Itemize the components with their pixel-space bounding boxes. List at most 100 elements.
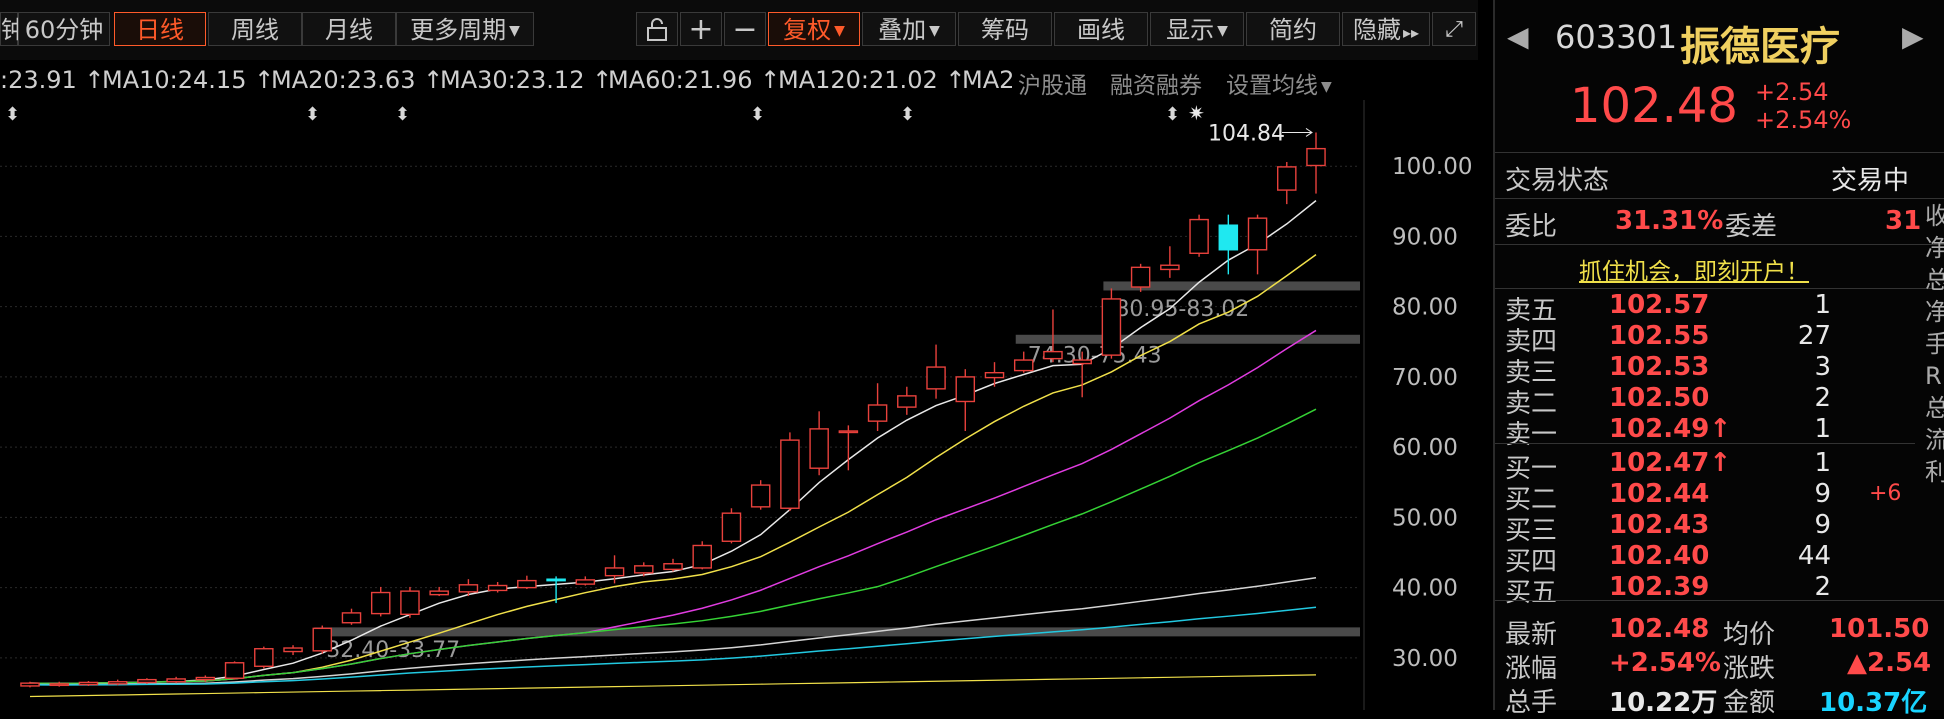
candle-body: [809, 428, 829, 469]
ma10-value: MA10:24.15 ↑: [102, 66, 275, 94]
edge-char: 总: [1925, 394, 1944, 422]
candle-body: [1218, 224, 1239, 251]
support-zone-band: [1015, 334, 1360, 344]
hide-panel-button[interactable]: 隐藏 ▸▸: [1342, 12, 1430, 46]
candle-body: [1247, 217, 1268, 251]
ma20-value: MA20:23.63 ↑: [271, 66, 444, 94]
period-60min-button[interactable]: 60分钟: [18, 12, 110, 46]
avg-value: 101.50: [1829, 614, 1930, 644]
chevron-down-icon: ▼: [509, 23, 520, 39]
asks-level-label: 卖一: [1505, 420, 1558, 450]
chips-button[interactable]: 筹码: [958, 12, 1052, 46]
fuquan-dropdown[interactable]: 复权 ▼: [768, 12, 860, 46]
double-chevron-right-icon: ▸▸: [1402, 23, 1420, 42]
edge-char: 流: [1925, 426, 1944, 454]
amount-value: 10.37亿: [1819, 688, 1928, 718]
asks-price: 102.53: [1609, 352, 1710, 382]
draw-line-button[interactable]: 画线: [1054, 12, 1148, 46]
overlay-label: 叠加: [878, 16, 927, 44]
edge-char: 手: [1925, 330, 1944, 358]
next-stock-icon[interactable]: ▶: [1902, 20, 1924, 53]
wc-value: 31: [1885, 206, 1922, 236]
bids-volume: 44: [1797, 541, 1831, 571]
amount-label: 金额: [1723, 688, 1776, 718]
display-dropdown[interactable]: 显示 ▼: [1150, 12, 1244, 46]
divider: [1495, 600, 1944, 601]
y-tick-label: 50.00: [1392, 505, 1458, 531]
candle-body: [604, 567, 625, 577]
edge-char: 净: [1925, 298, 1944, 326]
period-60min-partial[interactable]: 钟: [0, 12, 25, 46]
ma120-text: MA120:21.02: [778, 66, 938, 94]
price-change-pct: +2.54%: [1755, 106, 1852, 134]
candle-body: [137, 678, 157, 684]
current-price: 102.48: [1570, 78, 1738, 134]
candle-body: [955, 376, 976, 403]
margin-trading-link[interactable]: 融资融券: [1110, 66, 1202, 100]
asks-volume: 1: [1814, 414, 1831, 444]
bids-price: 102.43: [1609, 510, 1710, 540]
candle-body: [1013, 359, 1034, 372]
zoom-in-icon[interactable]: +: [680, 12, 722, 47]
chg-label: 涨跌: [1723, 654, 1776, 684]
candlestick-chart[interactable]: 80.95-83.0274.30-75.4332.40-33.77 100.00…: [0, 100, 1478, 710]
max-price-label: 104.84: [1208, 121, 1285, 146]
chevron-down-icon: ▼: [929, 23, 940, 39]
candle-body: [634, 565, 654, 574]
display-label: 显示: [1166, 16, 1215, 44]
period-weekly-button[interactable]: 周线: [208, 12, 302, 46]
quote-panel: ◀ 603301 振德医疗 ▶ 102.48 +2.54 +2.54% 交易状态…: [1493, 0, 1944, 718]
y-tick-label: 80.00: [1392, 295, 1458, 321]
y-tick-label: 90.00: [1392, 224, 1458, 250]
simple-mode-button[interactable]: 简约: [1246, 12, 1340, 46]
candle-body: [107, 681, 128, 685]
bids-level-label: 买五: [1505, 578, 1558, 608]
candle-body: [458, 584, 479, 593]
overlay-dropdown[interactable]: 叠加 ▼: [862, 12, 956, 46]
candle-body: [429, 590, 449, 596]
wb-label: 委比: [1505, 212, 1558, 242]
unlock-icon[interactable]: [636, 12, 678, 46]
hk-connect-link[interactable]: 沪股通: [1018, 66, 1087, 100]
prev-stock-icon[interactable]: ◀: [1507, 20, 1529, 53]
period-daily-button[interactable]: 日线: [114, 12, 206, 46]
ma250-text: MA2: [962, 66, 1015, 94]
wb-value: 31.31%: [1615, 206, 1724, 236]
ma30-text: MA30:23.12: [440, 66, 585, 94]
period-monthly-button[interactable]: 月线: [302, 12, 396, 46]
candle-body: [400, 590, 420, 616]
special-event-icon: ✷: [1188, 101, 1205, 125]
candle-body: [721, 512, 742, 542]
ma-settings-label: 设置均线: [1226, 73, 1318, 99]
candle-body: [78, 681, 99, 686]
price-change: +2.54: [1755, 78, 1829, 106]
asks-price: 102.50: [1609, 383, 1710, 413]
open-account-link[interactable]: 抓住机会，即刻开户！: [1579, 252, 1809, 286]
fullscreen-icon[interactable]: ⤢: [1432, 12, 1476, 46]
asks-price: 102.55: [1609, 321, 1710, 351]
candle-body: [20, 682, 40, 687]
ma60-text: MA60:21.96: [608, 66, 753, 94]
ma60-value: MA60:21.96 ↑: [608, 66, 781, 94]
zoom-out-icon[interactable]: −: [724, 12, 766, 47]
ma-line-ma120: [29, 606, 1317, 686]
avg-label: 均价: [1723, 620, 1776, 650]
hide-label: 隐藏: [1352, 16, 1401, 44]
bids-delta: +6: [1869, 481, 1902, 506]
wc-label: 委差: [1725, 212, 1778, 242]
asks-volume: 27: [1797, 321, 1831, 351]
fuquan-label: 复权: [783, 16, 832, 44]
candle-body: [1277, 166, 1297, 191]
more-periods-dropdown[interactable]: 更多周期 ▼: [396, 12, 534, 46]
event-marker-icon: ⬍: [900, 104, 915, 125]
ma5-text: :23.91: [0, 66, 77, 94]
event-marker-icon: ⬍: [1165, 104, 1180, 125]
status-value: 交易中: [1831, 166, 1910, 196]
ma10-text: MA10:24.15: [102, 66, 247, 94]
candle-body: [1101, 298, 1122, 356]
ma-settings-link[interactable]: 设置均线 ▼: [1226, 66, 1332, 100]
candle-body: [926, 366, 946, 390]
candle-body: [1189, 218, 1209, 254]
edge-char: 总: [1925, 266, 1944, 294]
candle-body: [692, 544, 712, 569]
